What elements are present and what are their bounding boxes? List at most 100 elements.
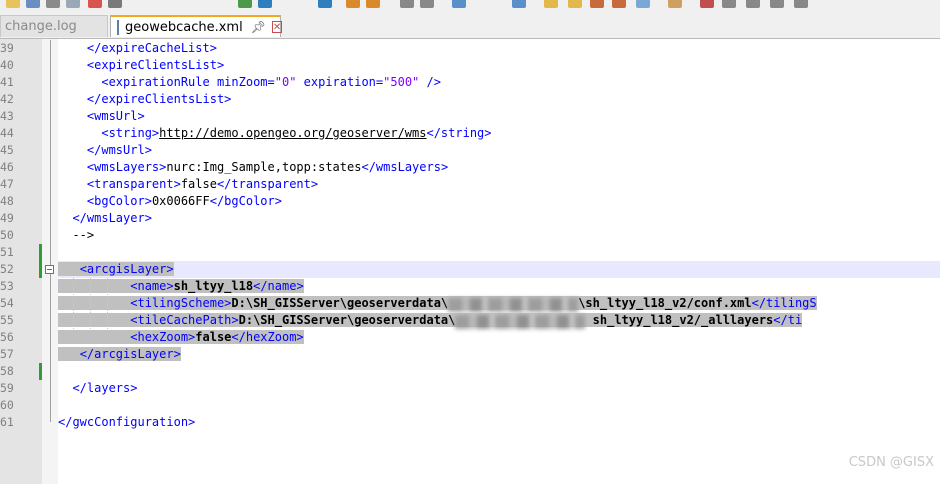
- code-text: </layers>: [72, 381, 138, 395]
- run-macro-icon[interactable]: [746, 0, 760, 8]
- cut-icon[interactable]: [238, 0, 252, 8]
- redo-icon[interactable]: [318, 0, 332, 8]
- fold-toggle[interactable]: [45, 265, 54, 274]
- code-text: <expirationRule minZoom="0" expiration="…: [101, 75, 441, 89]
- code-line[interactable]: 46 <wmsLayers>nurc:Img_Sample,topp:state…: [0, 159, 940, 176]
- new-file-icon[interactable]: [6, 0, 20, 8]
- tab-geowebcache-xml[interactable]: geowebcache.xml 📌︎ ✕: [110, 15, 283, 37]
- redacted-path: [455, 315, 586, 329]
- code-text: </expireCacheList>: [86, 41, 217, 55]
- save-icon[interactable]: [46, 0, 60, 8]
- close-icon[interactable]: ✕: [271, 21, 283, 33]
- code-line[interactable]: 45 </wmsUrl>: [0, 142, 940, 159]
- record-macro-icon[interactable]: [668, 0, 682, 8]
- tab-label: change.log: [5, 19, 77, 34]
- code-text: <string>http://demo.opengeo.org/geoserve…: [101, 126, 492, 140]
- code-line[interactable]: 42 </expireClientsList>: [0, 91, 940, 108]
- code-text: <wmsUrl>: [86, 109, 145, 123]
- line-number: 61: [0, 415, 14, 429]
- line-number: 40: [0, 58, 14, 72]
- line-number: 54: [0, 296, 14, 310]
- folder-workspace-icon[interactable]: [612, 0, 626, 8]
- indent-guide: [73, 278, 74, 329]
- line-number: 42: [0, 92, 14, 106]
- line-number: 56: [0, 330, 14, 344]
- line-number: 41: [0, 75, 14, 89]
- open-file-icon[interactable]: [26, 0, 40, 8]
- line-number: 50: [0, 228, 14, 242]
- macro-list-icon[interactable]: [794, 0, 808, 8]
- sync-scroll-icon[interactable]: [452, 0, 466, 8]
- line-number: 52: [0, 262, 14, 276]
- function-list-icon[interactable]: [590, 0, 604, 8]
- code-text: <arcgisLayer>: [58, 261, 174, 278]
- save-macro-icon[interactable]: [770, 0, 784, 8]
- code-line[interactable]: 52 <arcgisLayer>: [0, 261, 940, 278]
- code-line[interactable]: 51: [0, 244, 940, 261]
- line-number: 47: [0, 177, 14, 191]
- save-all-icon[interactable]: [66, 0, 80, 8]
- toolbar: [0, 0, 940, 14]
- code-line[interactable]: 48 <bgColor>0x0066FF</bgColor>: [0, 193, 940, 210]
- line-number: 44: [0, 126, 14, 140]
- code-line[interactable]: 41 <expirationRule minZoom="0" expiratio…: [0, 74, 940, 91]
- code-text: </expireClientsList>: [86, 92, 232, 106]
- code-line[interactable]: 61 </gwcConfiguration>: [0, 414, 940, 431]
- line-number: 59: [0, 381, 14, 395]
- code-line[interactable]: 47 <transparent>false</transparent>: [0, 176, 940, 193]
- tab-label: geowebcache.xml: [125, 19, 243, 35]
- zoom-out-icon[interactable]: [420, 0, 434, 8]
- current-line-highlight: [58, 261, 940, 278]
- stop-macro-icon[interactable]: [700, 0, 714, 8]
- indent-guide-icon[interactable]: [544, 0, 558, 8]
- line-number: 60: [0, 398, 14, 412]
- code-line[interactable]: 50 -->: [0, 227, 940, 244]
- tab-bar: change.log geowebcache.xml 📌︎ ✕: [0, 14, 940, 39]
- line-number: 43: [0, 109, 14, 123]
- code-line[interactable]: 60: [0, 397, 940, 414]
- code-line[interactable]: 53 <name>sh_ltyy_l18</name>: [0, 278, 940, 295]
- line-number: 49: [0, 211, 14, 225]
- code-text: <tileCachePath>D:\SH_GISServer\geoserver…: [58, 312, 803, 329]
- play-macro-icon[interactable]: [722, 0, 736, 8]
- word-wrap-icon[interactable]: [512, 0, 526, 8]
- find-icon[interactable]: [346, 0, 360, 8]
- print-icon[interactable]: [108, 0, 122, 8]
- monitor-icon[interactable]: [636, 0, 650, 8]
- code-text: <bgColor>0x0066FF</bgColor>: [86, 194, 282, 208]
- code-line[interactable]: 54 <tilingScheme>D:\SH_GISServer\geoserv…: [0, 295, 940, 312]
- code-line[interactable]: 59 </layers>: [0, 380, 940, 397]
- url-link[interactable]: http://demo.opengeo.org/geoserver/wms: [159, 126, 426, 140]
- doc-map-icon[interactable]: [568, 0, 582, 8]
- code-text: <name>sh_ltyy_l18</name>: [58, 278, 304, 295]
- code-line[interactable]: 57 </arcgisLayer>: [0, 346, 940, 363]
- code-line[interactable]: 40 <expireClientsList>: [0, 57, 940, 74]
- replace-icon[interactable]: [366, 0, 380, 8]
- code-text: </wmsUrl>: [86, 143, 152, 157]
- code-text: <wmsLayers>nurc:Img_Sample,topp:states</…: [86, 160, 449, 174]
- line-number: 45: [0, 143, 14, 157]
- code-text: </arcgisLayer>: [58, 346, 181, 363]
- code-line[interactable]: 43 <wmsUrl>: [0, 108, 940, 125]
- undo-icon[interactable]: [258, 0, 272, 8]
- code-text: <tilingScheme>D:\SH_GISServer\geoserverd…: [58, 295, 817, 312]
- indent-guide: [90, 278, 91, 329]
- code-text: <transparent>false</transparent>: [86, 177, 319, 191]
- code-line[interactable]: 56 <hexZoom>false</hexZoom>: [0, 329, 940, 346]
- change-marker: [39, 244, 42, 278]
- tab-change-log[interactable]: change.log: [0, 15, 108, 37]
- change-marker: [39, 363, 42, 380]
- line-number: 51: [0, 245, 14, 259]
- close-file-icon[interactable]: [88, 0, 102, 8]
- code-line[interactable]: 58: [0, 363, 940, 380]
- file-icon: [117, 19, 119, 35]
- code-line[interactable]: 55 <tileCachePath>D:\SH_GISServer\geoser…: [0, 312, 940, 329]
- code-line[interactable]: 49 </wmsLayer>: [0, 210, 940, 227]
- zoom-in-icon[interactable]: [400, 0, 414, 8]
- code-line[interactable]: 44 <string>http://demo.opengeo.org/geose…: [0, 125, 940, 142]
- line-number: 39: [0, 41, 14, 55]
- redacted-path: [448, 298, 579, 312]
- code-text: <expireClientsList>: [86, 58, 225, 72]
- code-line[interactable]: 39 </expireCacheList>: [0, 40, 940, 57]
- pin-icon[interactable]: 📌︎: [251, 20, 266, 34]
